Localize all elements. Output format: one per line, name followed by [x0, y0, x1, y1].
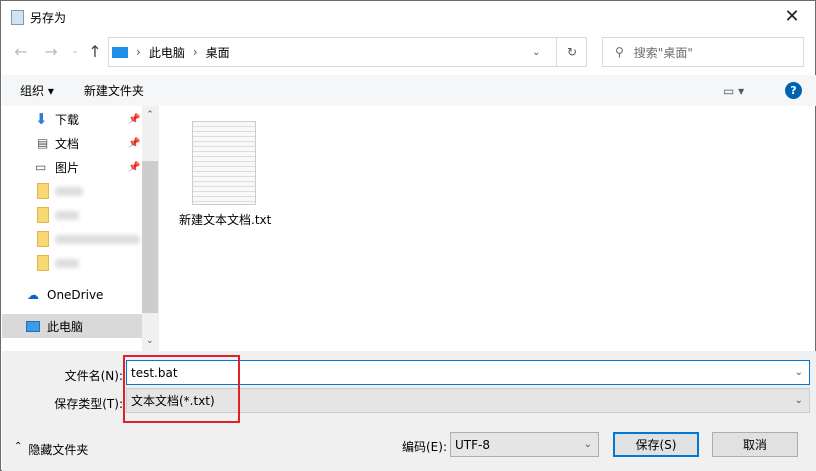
organize-button[interactable]: 组织 ▾	[20, 82, 54, 99]
pc-icon	[26, 320, 40, 332]
blurred-label	[55, 234, 140, 244]
search-input[interactable]: ⚲ 搜索"桌面"	[602, 37, 804, 67]
folder-icon	[37, 183, 49, 199]
pin-icon: 📌	[128, 161, 141, 173]
encoding-select[interactable]: UTF-8 ⌄	[450, 432, 599, 457]
notepad-icon	[11, 9, 24, 25]
sidebar-folder[interactable]	[2, 251, 142, 275]
close-button[interactable]: ✕	[769, 1, 815, 32]
sidebar-item-label: 图片	[55, 160, 80, 175]
chevron-down-icon[interactable]: ⌄	[795, 367, 803, 378]
encoding-label: 编码(E):	[402, 440, 447, 454]
refresh-icon[interactable]: ↻	[556, 38, 587, 66]
download-icon: ⬇	[35, 110, 48, 128]
address-dropdown-icon[interactable]: ⌄	[532, 47, 540, 58]
scroll-down-icon[interactable]: ⌄	[146, 336, 154, 346]
save-button[interactable]: 保存(S)	[613, 432, 699, 457]
sidebar-item-label: 此电脑	[47, 319, 84, 334]
search-icon: ⚲	[615, 45, 624, 59]
chevron-up-icon: ⌃	[14, 441, 23, 452]
recent-dropdown-icon[interactable]: ⌄	[65, 41, 85, 61]
pin-icon: 📌	[128, 137, 141, 149]
blurred-label	[55, 186, 83, 196]
blurred-label	[55, 210, 79, 220]
scroll-up-icon[interactable]: ⌃	[142, 106, 158, 120]
sidebar-scrollbar[interactable]: ⌃ ⌄	[142, 106, 158, 351]
navigation-pane: ⬇ 下载 📌 ▤ 文档 📌 ▭ 图片 📌 ☁ OneDrive 此电脑	[2, 106, 142, 351]
document-icon: ▤	[37, 136, 49, 150]
blurred-label	[55, 258, 79, 268]
text-file-icon	[192, 121, 256, 205]
cloud-icon: ☁	[27, 288, 39, 302]
breadcrumb-pc[interactable]: 此电脑	[149, 44, 185, 61]
save-as-dialog: 另存为 ✕ ← → ⌄ ↑ › 此电脑 › 桌面 ⌄ ↻ ⚲ 搜索"桌面" 组织…	[0, 0, 816, 471]
help-icon[interactable]: ?	[785, 82, 802, 99]
cancel-button[interactable]: 取消	[712, 432, 798, 457]
sidebar-item-pictures[interactable]: ▭ 图片 📌	[2, 155, 142, 179]
highlight-box	[123, 355, 240, 423]
up-icon[interactable]: ↑	[85, 41, 105, 61]
chevron-right-icon: ›	[136, 45, 141, 59]
hide-folders-label: 隐藏文件夹	[28, 443, 89, 457]
view-options-icon[interactable]: ▭ ▾	[723, 84, 744, 98]
sidebar-folder[interactable]	[2, 227, 142, 251]
chevron-down-icon: ⌄	[794, 395, 803, 406]
chevron-right-icon: ›	[192, 45, 198, 59]
chevron-down-icon: ⌄	[583, 439, 592, 450]
filename-label: 文件名(N):	[64, 369, 123, 383]
pin-icon: 📌	[128, 113, 141, 125]
sidebar-item-label: 下载	[55, 112, 80, 127]
title-bar: 另存为	[11, 7, 66, 27]
back-icon[interactable]: ←	[11, 41, 31, 61]
search-placeholder: 搜索"桌面"	[633, 45, 693, 60]
sidebar-item-downloads[interactable]: ⬇ 下载 📌	[2, 107, 142, 131]
file-item[interactable]: 新建文本文档.txt	[179, 116, 272, 228]
address-bar[interactable]: › 此电脑 › 桌面 ⌄ ↻	[108, 37, 587, 67]
sidebar-item-onedrive[interactable]: ☁ OneDrive	[2, 283, 142, 307]
pc-icon	[112, 46, 128, 58]
encoding-value: UTF-8	[455, 437, 490, 452]
sidebar-item-documents[interactable]: ▤ 文档 📌	[2, 131, 142, 155]
forward-icon[interactable]: →	[41, 41, 61, 61]
save-options-panel: 文件名(N): test.bat ⌄ 保存类型(T): 文本文档(*.txt) …	[2, 351, 816, 471]
new-folder-button[interactable]: 新建文件夹	[84, 82, 144, 99]
breadcrumb-desktop[interactable]: 桌面	[206, 44, 230, 61]
toolbar: 组织 ▾ 新建文件夹 ▭ ▾ ?	[2, 75, 816, 106]
sidebar-item-label: OneDrive	[47, 288, 104, 302]
sidebar-item-this-pc[interactable]: 此电脑	[2, 314, 142, 338]
file-list: 新建文本文档.txt	[158, 106, 816, 351]
sidebar-item-label: 文档	[55, 136, 80, 151]
sidebar-folder[interactable]	[2, 203, 142, 227]
folder-icon	[37, 207, 49, 223]
picture-icon: ▭	[35, 160, 47, 174]
folder-icon	[37, 231, 49, 247]
folder-icon	[37, 255, 49, 271]
dialog-title: 另存为	[30, 10, 67, 25]
sidebar-folder[interactable]	[2, 179, 142, 203]
scrollbar-thumb[interactable]	[142, 161, 158, 313]
file-type-label: 保存类型(T):	[54, 397, 123, 411]
hide-folders-button[interactable]: ⌃ 隐藏文件夹	[14, 441, 88, 458]
file-name: 新建文本文档.txt	[179, 213, 272, 227]
